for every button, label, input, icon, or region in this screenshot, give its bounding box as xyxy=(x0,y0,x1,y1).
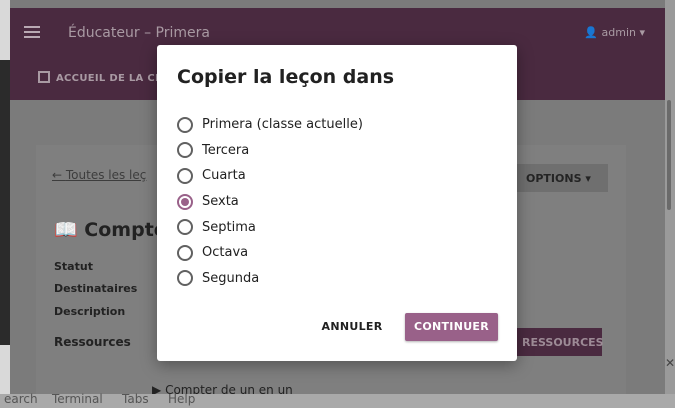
chevron-down-icon: ▾ xyxy=(639,26,645,39)
lesson-title: 📖 Compte xyxy=(54,218,167,241)
radio-option-octava[interactable]: Octava xyxy=(177,240,363,266)
radio-option-tercera[interactable]: Tercera xyxy=(177,138,363,164)
radio-unchecked-icon[interactable] xyxy=(177,270,193,287)
close-icon: ✕ xyxy=(665,356,675,370)
radio-option-segunda[interactable]: Segunda xyxy=(177,266,363,292)
desktop-right-strip: ✕ xyxy=(665,0,675,408)
options-label: OPTIONS xyxy=(526,172,582,185)
terminal-menubar: earch Terminal Tabs Help xyxy=(0,392,675,408)
nav-home-label: ACCUEIL DE LA CL xyxy=(56,73,162,84)
radio-unchecked-icon[interactable] xyxy=(177,116,193,133)
cancel-button[interactable]: ANNULER xyxy=(317,313,387,341)
resources-button[interactable]: RESSOURCES xyxy=(512,328,604,356)
options-button[interactable]: OPTIONS ▾ xyxy=(514,164,608,192)
dashboard-icon xyxy=(38,71,50,83)
hamburger-menu-icon[interactable] xyxy=(24,26,40,38)
dialog-title: Copier la leçon dans xyxy=(177,66,395,88)
menu-terminal[interactable]: Terminal xyxy=(52,392,103,406)
radio-unchecked-icon[interactable] xyxy=(177,167,193,184)
radio-label: Primera (classe actuelle) xyxy=(202,117,363,133)
radio-label: Tercera xyxy=(202,142,250,158)
terminal-panel xyxy=(0,60,10,345)
menu-help[interactable]: Help xyxy=(168,392,195,406)
status-label: Statut xyxy=(54,260,93,273)
radio-label: Sexta xyxy=(202,194,239,210)
description-label: Description xyxy=(54,305,126,318)
radio-option-primera[interactable]: Primera (classe actuelle) xyxy=(177,112,363,138)
resources-heading: Ressources xyxy=(54,335,131,349)
person-icon: 👤 xyxy=(584,26,598,39)
menu-tabs[interactable]: Tabs xyxy=(122,392,149,406)
copy-lesson-dialog: Copier la leçon dans Primera (classe act… xyxy=(157,45,517,361)
radio-label: Segunda xyxy=(202,270,260,286)
desktop-left-strip xyxy=(0,0,10,408)
radio-unchecked-icon[interactable] xyxy=(177,244,193,261)
continue-button[interactable]: CONTINUER xyxy=(405,313,498,341)
radio-checked-icon[interactable] xyxy=(177,193,193,210)
radio-option-cuarta[interactable]: Cuarta xyxy=(177,163,363,189)
back-link[interactable]: ← Toutes les leç xyxy=(52,168,146,182)
user-name: admin xyxy=(601,26,636,39)
menu-search[interactable]: earch xyxy=(4,392,38,406)
radio-unchecked-icon[interactable] xyxy=(177,219,193,236)
class-radio-group: Primera (classe actuelle) Tercera Cuarta… xyxy=(177,112,363,291)
back-link-label: Toutes les leç xyxy=(65,168,147,182)
radio-option-sexta[interactable]: Sexta xyxy=(177,189,363,215)
scrollbar[interactable] xyxy=(667,100,671,210)
radio-label: Cuarta xyxy=(202,168,246,184)
radio-option-septima[interactable]: Septima xyxy=(177,214,363,240)
recipients-label: Destinataires xyxy=(54,282,138,295)
radio-label: Octava xyxy=(202,245,249,261)
app-title: Éducateur – Primera xyxy=(68,25,210,41)
radio-unchecked-icon[interactable] xyxy=(177,142,193,159)
user-menu[interactable]: 👤 admin ▾ xyxy=(584,26,645,39)
lesson-title-text: Compte xyxy=(84,219,167,241)
book-icon: 📖 xyxy=(54,219,78,241)
radio-label: Septima xyxy=(202,219,256,235)
nav-home-link[interactable]: ACCUEIL DE LA CL xyxy=(38,71,162,84)
